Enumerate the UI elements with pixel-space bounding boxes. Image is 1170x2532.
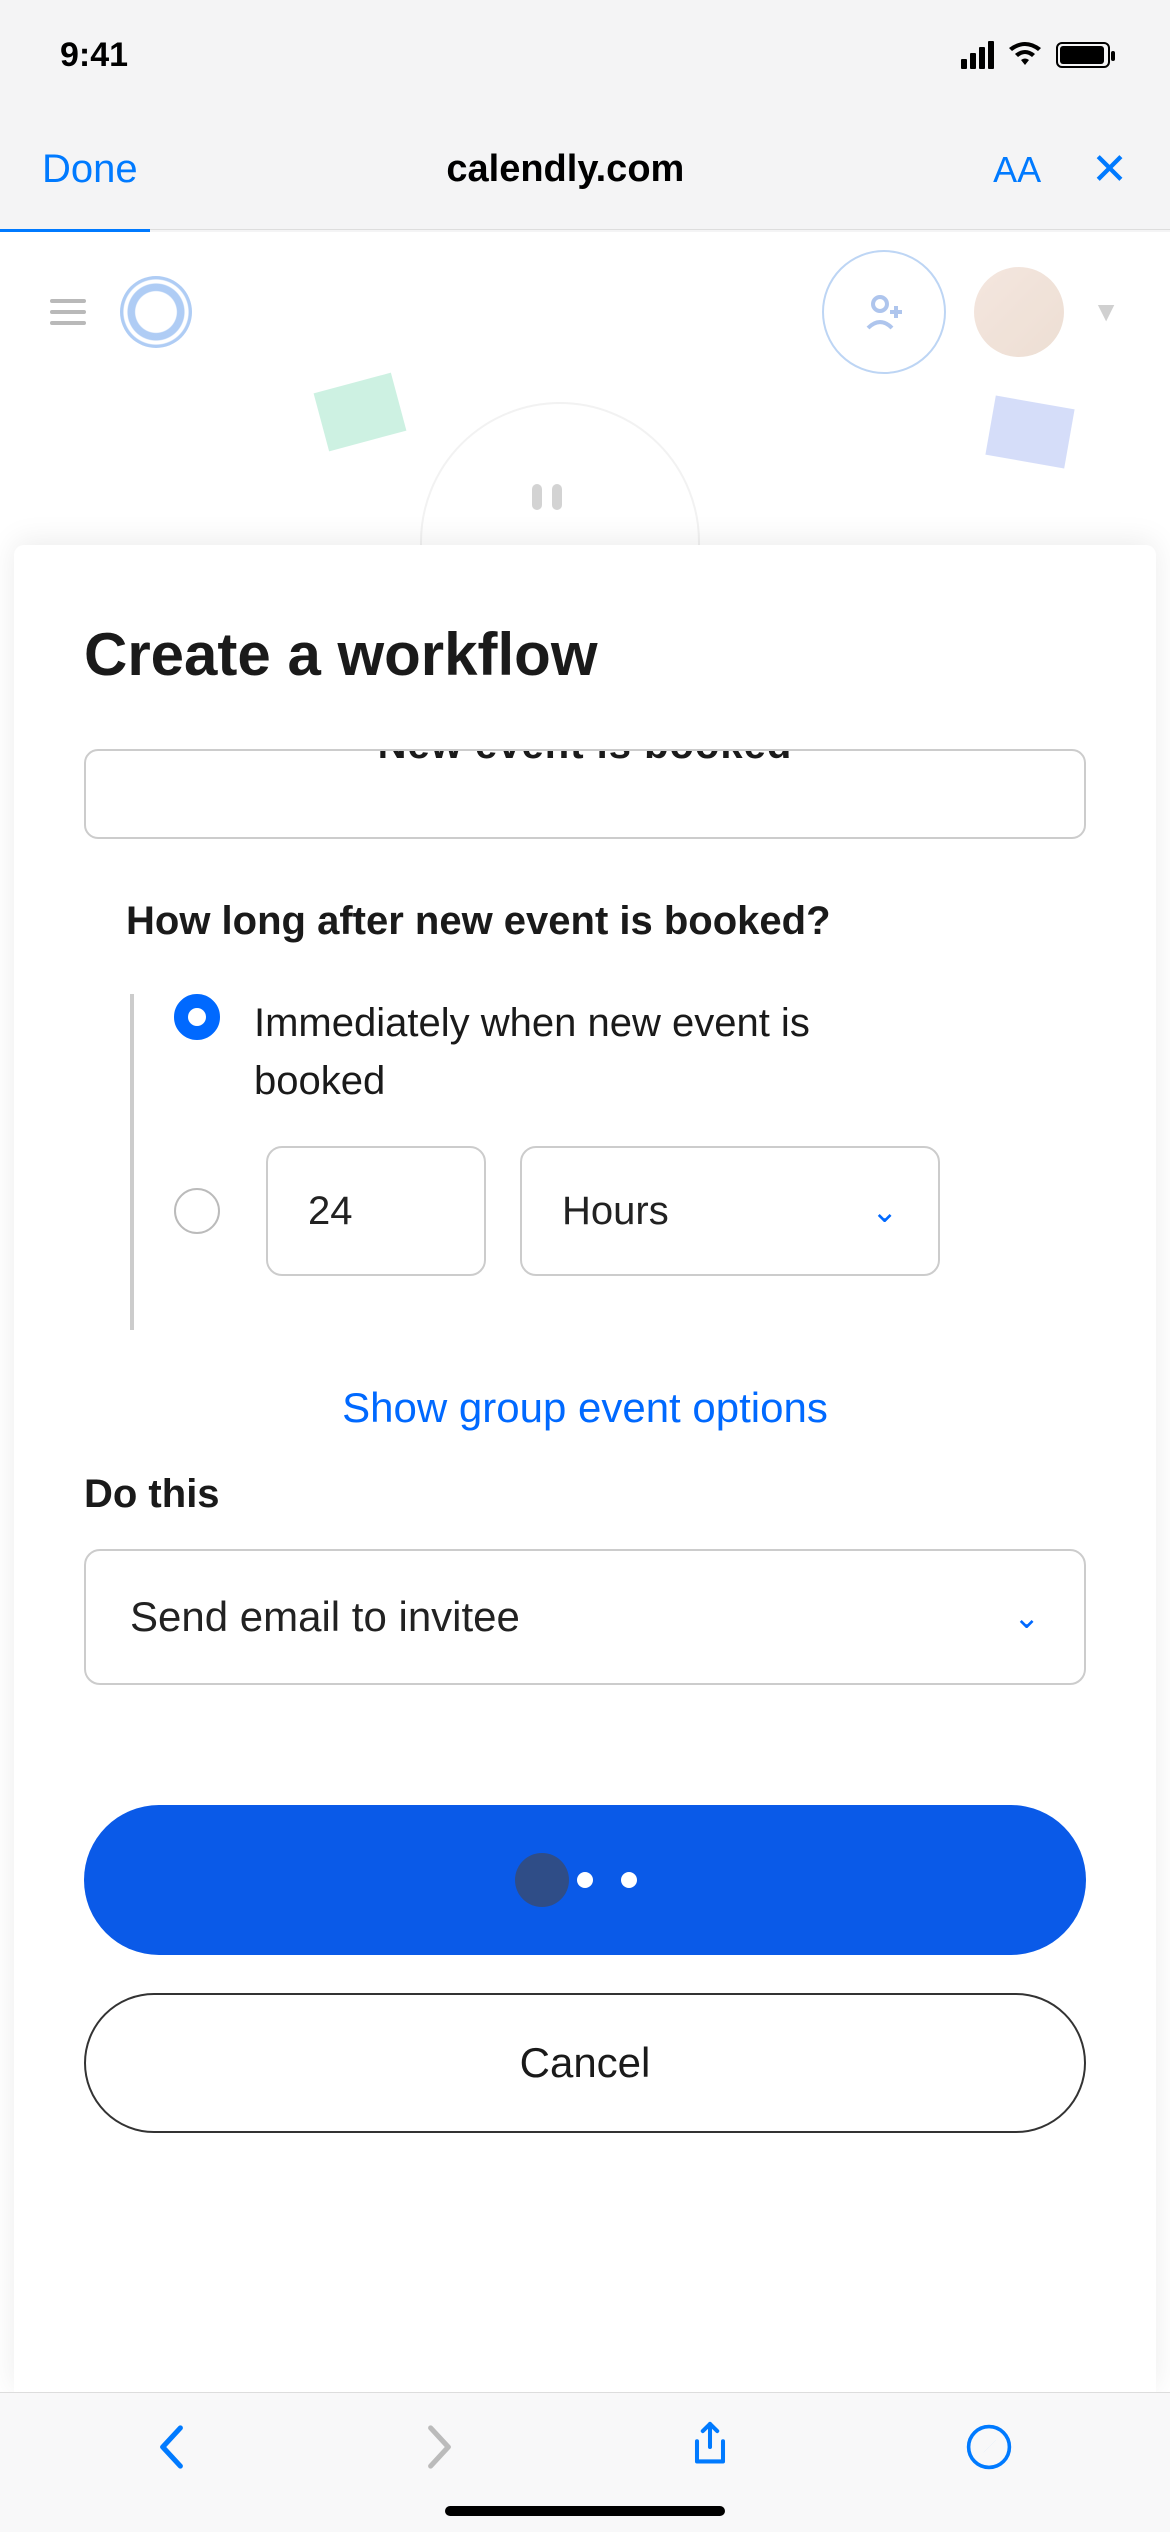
url-label[interactable]: calendly.com xyxy=(446,148,684,191)
browser-bar: Done calendly.com AA ✕ xyxy=(0,110,1170,230)
battery-icon xyxy=(1056,42,1110,68)
back-icon[interactable] xyxy=(157,2425,189,2481)
status-bar: 9:41 xyxy=(0,0,1170,110)
menu-icon[interactable] xyxy=(50,299,86,325)
timing-question-label: How long after new event is booked? xyxy=(126,899,1086,944)
delay-unit-value: Hours xyxy=(562,1189,669,1234)
trigger-select[interactable]: New event is booked xyxy=(84,749,1086,839)
trigger-value: New event is booked xyxy=(86,749,1084,768)
cellular-icon xyxy=(961,41,994,69)
timing-radio-group: Immediately when new event is booked 24 … xyxy=(130,994,1086,1330)
radio-icon xyxy=(174,994,220,1040)
done-button[interactable]: Done xyxy=(42,147,138,192)
delay-unit-select[interactable]: Hours ⌄ xyxy=(520,1146,940,1276)
home-indicator[interactable] xyxy=(445,2506,725,2516)
status-time: 9:41 xyxy=(60,36,128,75)
invite-user-icon[interactable] xyxy=(822,250,946,374)
chevron-down-icon: ⌄ xyxy=(871,1192,898,1230)
reader-aa-button[interactable]: AA xyxy=(993,149,1041,191)
forward-icon[interactable] xyxy=(422,2425,454,2481)
chevron-down-icon[interactable]: ▼ xyxy=(1092,296,1120,328)
sheet-title: Create a workflow xyxy=(84,620,1086,689)
workflow-sheet: Create a workflow New event is booked Ho… xyxy=(14,545,1156,2392)
share-icon[interactable] xyxy=(688,2421,732,2485)
radio-immediate-label: Immediately when new event is booked xyxy=(254,994,894,1110)
submit-button[interactable] xyxy=(84,1805,1086,1955)
wifi-icon xyxy=(1008,37,1042,74)
delay-number-input[interactable]: 24 xyxy=(266,1146,486,1276)
radio-icon xyxy=(174,1188,220,1234)
chevron-down-icon: ⌄ xyxy=(1013,1598,1040,1636)
radio-delay[interactable]: 24 Hours ⌄ xyxy=(174,1146,1086,1276)
status-right xyxy=(961,37,1110,74)
group-options-link[interactable]: Show group event options xyxy=(84,1384,1086,1432)
cancel-button[interactable]: Cancel xyxy=(84,1993,1086,2133)
action-value: Send email to invitee xyxy=(130,1593,520,1641)
action-select[interactable]: Send email to invitee ⌄ xyxy=(84,1549,1086,1685)
loading-indicator xyxy=(515,1853,569,1907)
calendly-logo[interactable] xyxy=(120,276,192,348)
close-icon[interactable]: ✕ xyxy=(1091,144,1128,195)
do-this-label: Do this xyxy=(84,1472,1086,1517)
safari-icon[interactable] xyxy=(965,2423,1013,2483)
avatar[interactable] xyxy=(974,267,1064,357)
radio-immediate[interactable]: Immediately when new event is booked xyxy=(174,994,1086,1110)
